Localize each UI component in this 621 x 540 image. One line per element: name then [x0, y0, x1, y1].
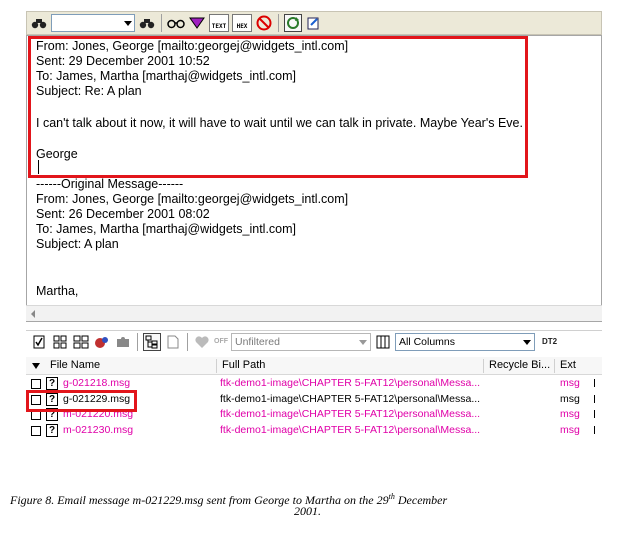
unknown-file-icon: ?	[46, 377, 58, 390]
view-filter-icon[interactable]	[188, 14, 206, 32]
original-sent: Sent: 26 December 2001 08:02	[36, 207, 210, 221]
toolbar-separator	[161, 14, 162, 32]
columns-select[interactable]: All Columns	[395, 332, 535, 351]
column-file-name[interactable]: File Name	[50, 359, 100, 371]
chevron-down-icon[interactable]	[359, 339, 367, 345]
caption-line-1: Figure 8. Email message m-021229.msg sen…	[10, 489, 447, 508]
find-icon[interactable]	[30, 14, 48, 32]
toolbar-separator	[278, 14, 279, 32]
filter-off-label: OFF	[214, 338, 228, 345]
caption-text: Figure 8. Email message m-021229.msg sen…	[10, 493, 389, 507]
column-edge-mark	[594, 410, 595, 418]
scroll-left-icon[interactable]	[31, 310, 35, 318]
ext-cell: msg	[560, 424, 580, 436]
column-edge-mark	[594, 426, 595, 434]
chevron-down-icon[interactable]	[523, 339, 531, 345]
full-path-cell: ftk-demo1-image\CHAPTER 5-FAT12\personal…	[220, 377, 481, 389]
original-to: To: James, Martha [marthaj@widgets_intl.…	[36, 222, 297, 236]
reply-highlight-box	[28, 36, 528, 178]
ext-cell: msg	[560, 408, 580, 420]
unknown-file-icon: ?	[46, 424, 58, 437]
find-next-icon[interactable]	[138, 14, 156, 32]
original-subject: Subject: A plan	[36, 237, 119, 251]
column-recycle-bin[interactable]: Recycle Bi...	[489, 359, 550, 371]
view-glasses-icon[interactable]	[167, 14, 185, 32]
refresh-icon[interactable]	[284, 14, 302, 32]
viewer-toolbar: TEXT HEX	[26, 11, 602, 35]
column-full-path[interactable]: Full Path	[222, 359, 265, 371]
file-list-toolbar: OFF Unfiltered All Columns DT2	[26, 330, 602, 352]
full-path-cell: ftk-demo1-image\CHAPTER 5-FAT12\personal…	[220, 408, 481, 420]
full-path-cell: ftk-demo1-image\CHAPTER 5-FAT12\personal…	[220, 424, 481, 436]
toolbar-separator	[137, 332, 138, 351]
column-edge-mark	[594, 395, 595, 403]
column-divider[interactable]	[554, 359, 555, 373]
chevron-down-icon[interactable]	[124, 21, 132, 26]
filter-select[interactable]: Unfiltered	[231, 332, 371, 351]
open-icon[interactable]	[305, 14, 323, 32]
file-name-cell: g-021218.msg	[63, 377, 131, 389]
text-view-icon[interactable]: TEXT	[209, 14, 229, 32]
column-edge-mark	[594, 379, 595, 387]
tree-view-icon[interactable]	[143, 332, 161, 351]
search-combo[interactable]	[51, 14, 135, 32]
caption-text-end: December	[394, 493, 448, 507]
full-path-cell: ftk-demo1-image\CHAPTER 5-FAT12\personal…	[220, 393, 481, 405]
original-from: From: Jones, George [mailto:georgej@widg…	[36, 192, 349, 206]
original-separator: ------Original Message------	[36, 177, 184, 191]
horizontal-scrollbar[interactable]	[26, 305, 602, 321]
original-signature: Martha,	[36, 284, 79, 298]
page-icon[interactable]	[164, 333, 182, 351]
row-checkbox[interactable]	[31, 379, 41, 389]
dt2-button[interactable]: DT2	[542, 337, 557, 346]
no-view-icon[interactable]	[255, 14, 273, 32]
hex-view-icon[interactable]: HEX	[232, 14, 252, 32]
column-divider[interactable]	[483, 359, 484, 373]
column-ext[interactable]: Ext	[560, 359, 576, 371]
puzzle-icon[interactable]	[114, 333, 132, 351]
table-row[interactable]: ? g-021218.msg ftk-demo1-image\CHAPTER 5…	[26, 376, 602, 391]
columns-icon[interactable]	[374, 333, 392, 351]
file-table-header: File Name Full Path Recycle Bi... Ext	[26, 357, 602, 375]
columns-select-value: All Columns	[399, 335, 456, 348]
ext-cell: msg	[560, 377, 580, 389]
heart-filter-icon[interactable]	[193, 333, 211, 351]
filter-select-value: Unfiltered	[235, 335, 280, 348]
list-view-icon[interactable]	[51, 333, 69, 351]
column-divider[interactable]	[216, 359, 217, 373]
red-object-icon[interactable]	[93, 333, 111, 351]
thumbnail-view-icon[interactable]	[72, 333, 90, 351]
ext-cell: msg	[560, 393, 580, 405]
toolbar-separator	[187, 332, 188, 351]
row-checkbox[interactable]	[31, 426, 41, 436]
selected-file-highlight-box	[26, 390, 137, 412]
checked-items-icon[interactable]	[30, 333, 48, 351]
file-name-cell: m-021230.msg	[63, 424, 134, 436]
sort-descending-icon[interactable]	[32, 363, 40, 369]
caption-line-2: 2001.	[294, 504, 321, 518]
table-row[interactable]: ? m-021230.msg ftk-demo1-image\CHAPTER 5…	[26, 423, 602, 438]
